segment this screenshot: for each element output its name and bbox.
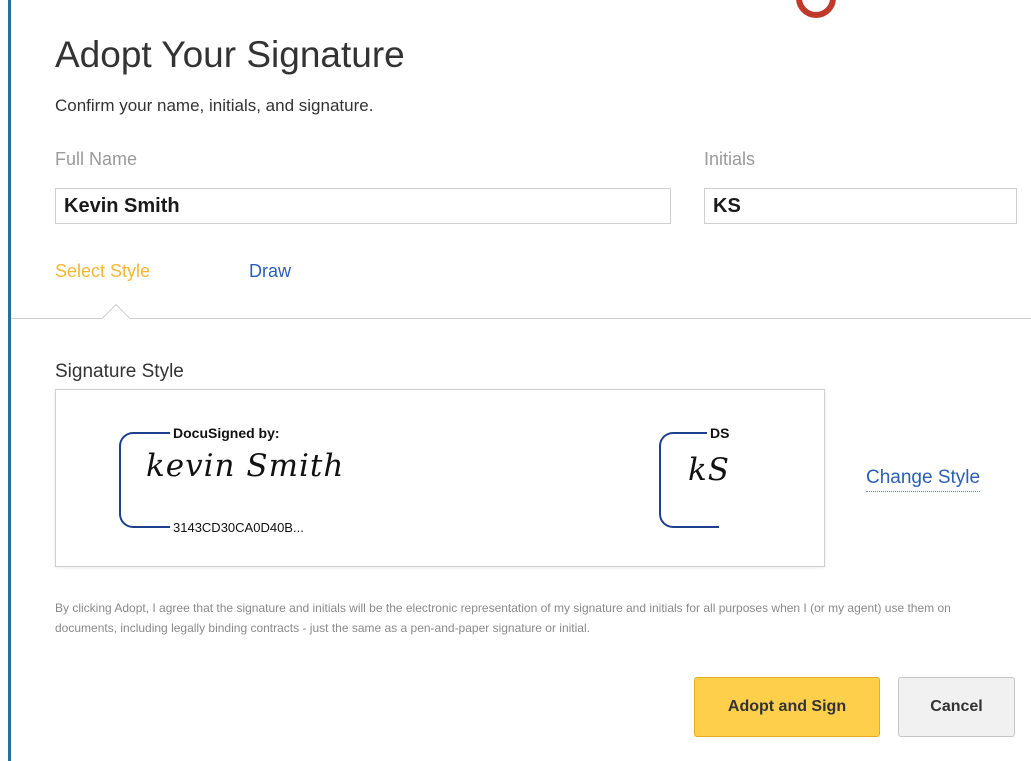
- signature-preview-box[interactable]: DocuSigned by: kevin Smith 3143CD30CA0D4…: [55, 389, 825, 567]
- legal-disclaimer: By clicking Adopt, I agree that the sign…: [55, 601, 951, 635]
- initials-script: kS: [688, 452, 731, 488]
- full-name-input[interactable]: [55, 188, 671, 224]
- adopt-and-sign-button[interactable]: Adopt and Sign: [694, 677, 880, 737]
- signature-id: 3143CD30CA0D40B...: [170, 520, 307, 535]
- signature-script: kevin Smith: [146, 448, 345, 484]
- full-name-label: Full Name: [55, 149, 138, 169]
- signature-style-label: Signature Style: [55, 361, 184, 382]
- dialog-title: Adopt Your Signature: [55, 34, 405, 75]
- tab-select-style[interactable]: Select Style: [55, 261, 150, 282]
- dialog-subtitle: Confirm your name, initials, and signatu…: [55, 96, 374, 115]
- active-tab-pointer: [101, 303, 131, 333]
- initials-label: Initials: [704, 149, 756, 169]
- docusigned-by-label: DocuSigned by:: [170, 425, 283, 441]
- ds-label: DS: [707, 425, 733, 441]
- cancel-button[interactable]: Cancel: [898, 677, 1015, 737]
- brand-logo-icon: [796, 0, 836, 18]
- tab-divider: [11, 318, 1031, 319]
- change-style-link[interactable]: Change Style: [866, 467, 981, 492]
- tab-draw[interactable]: Draw: [249, 261, 291, 282]
- initials-input[interactable]: [704, 188, 1017, 224]
- left-border-rule: [8, 0, 11, 761]
